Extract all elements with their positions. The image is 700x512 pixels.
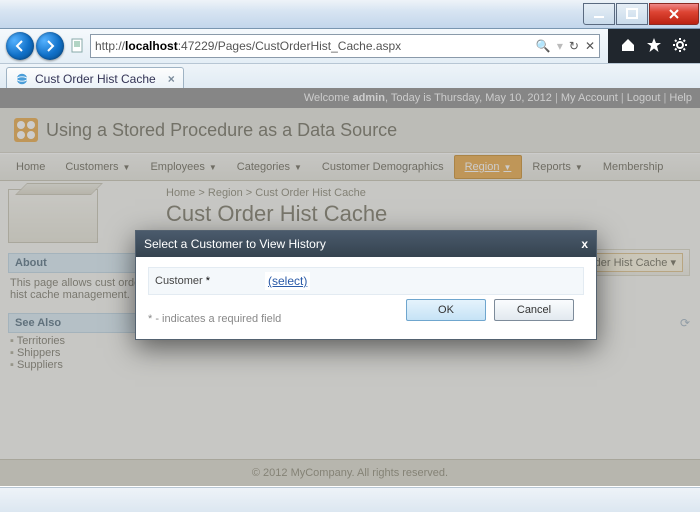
tab-title: Cust Order Hist Cache [35,72,156,86]
ok-button[interactable]: OK [406,299,486,321]
dialog-close-icon[interactable]: x [581,237,588,251]
menu-employees[interactable]: Employees ▼ [140,154,226,180]
page-icon [70,38,86,54]
favorites-icon[interactable] [646,37,662,56]
window-titlebar [0,0,700,29]
command-bar [608,29,700,63]
window-close-button[interactable] [649,3,699,25]
tab-favicon [15,72,29,86]
page-title: Cust Order Hist Cache [166,201,690,227]
address-bar[interactable]: http://localhost:47229/Pages/CustOrderHi… [90,34,600,58]
sidebar-seealso-header: See Also [8,313,148,333]
sidebar-about-header: About [8,253,148,273]
menu-membership[interactable]: Membership [593,154,674,180]
menu-customers[interactable]: Customers ▼ [55,154,140,180]
menu-categories[interactable]: Categories ▼ [227,154,312,180]
customer-field-label: Customer * [155,275,265,287]
grid-refresh-icon[interactable]: ⟳ [680,316,690,330]
customer-field-row: Customer * (select) [148,267,584,295]
window-maximize-button[interactable] [616,3,648,25]
customer-select-link[interactable]: (select) [265,272,310,290]
home-icon[interactable] [620,37,636,56]
top-strip: Welcome admin, Today is Thursday, May 10… [0,88,700,108]
logout-link[interactable]: Logout [627,92,661,104]
site-title: Using a Stored Procedure as a Data Sourc… [46,120,397,141]
site-header: Using a Stored Procedure as a Data Sourc… [0,108,700,153]
browser-statusbar [0,487,700,512]
dialog-titlebar: Select a Customer to View History x [136,231,596,257]
refresh-icon[interactable]: ↻ [569,39,579,53]
site-logo [14,118,38,142]
url-text: http://localhost:47229/Pages/CustOrderHi… [95,39,401,53]
url-tools: 🔍 ▾ ↻ ✕ [536,39,595,53]
sidebar-illustration [8,189,98,243]
select-customer-dialog: Select a Customer to View History x Cust… [135,230,597,340]
browser-nav-row: http://localhost:47229/Pages/CustOrderHi… [0,29,700,64]
nav-back-button[interactable] [6,32,34,60]
main-menu: Home Customers ▼ Employees ▼ Categories … [0,153,700,181]
cancel-button[interactable]: Cancel [494,299,574,321]
sidebar: About This page allows cust order hist c… [0,181,156,379]
sidebar-seealso-list: Territories Shippers Suppliers [8,333,148,371]
menu-region[interactable]: Region ▼ [454,155,523,179]
breadcrumb: Home > Region > Cust Order Hist Cache [166,187,690,199]
current-user: admin [353,92,385,104]
nav-forward-button[interactable] [36,32,64,60]
tools-icon[interactable] [672,37,688,56]
help-link[interactable]: Help [669,92,692,104]
seealso-territories[interactable]: Territories [10,335,148,347]
seealso-shippers[interactable]: Shippers [10,347,148,359]
tab-close-icon[interactable]: × [168,72,175,86]
window-minimize-button[interactable] [583,3,615,25]
dialog-title: Select a Customer to View History [144,237,326,251]
tab-strip: Cust Order Hist Cache × [0,64,700,91]
required-hint: * - indicates a required field [148,313,281,325]
browser-tab[interactable]: Cust Order Hist Cache × [6,67,184,90]
site-footer: © 2012 MyCompany. All rights reserved. [0,459,700,486]
sidebar-about-text: This page allows cust order hist cache m… [8,273,148,305]
stop-icon[interactable]: ✕ [585,39,595,53]
seealso-suppliers[interactable]: Suppliers [10,359,148,371]
search-icon[interactable]: 🔍 [536,39,551,53]
menu-home[interactable]: Home [6,154,55,180]
myaccount-link[interactable]: My Account [561,92,618,104]
menu-reports[interactable]: Reports ▼ [522,154,592,180]
menu-customer-demographics[interactable]: Customer Demographics [312,154,454,180]
browser-window: http://localhost:47229/Pages/CustOrderHi… [0,0,700,512]
